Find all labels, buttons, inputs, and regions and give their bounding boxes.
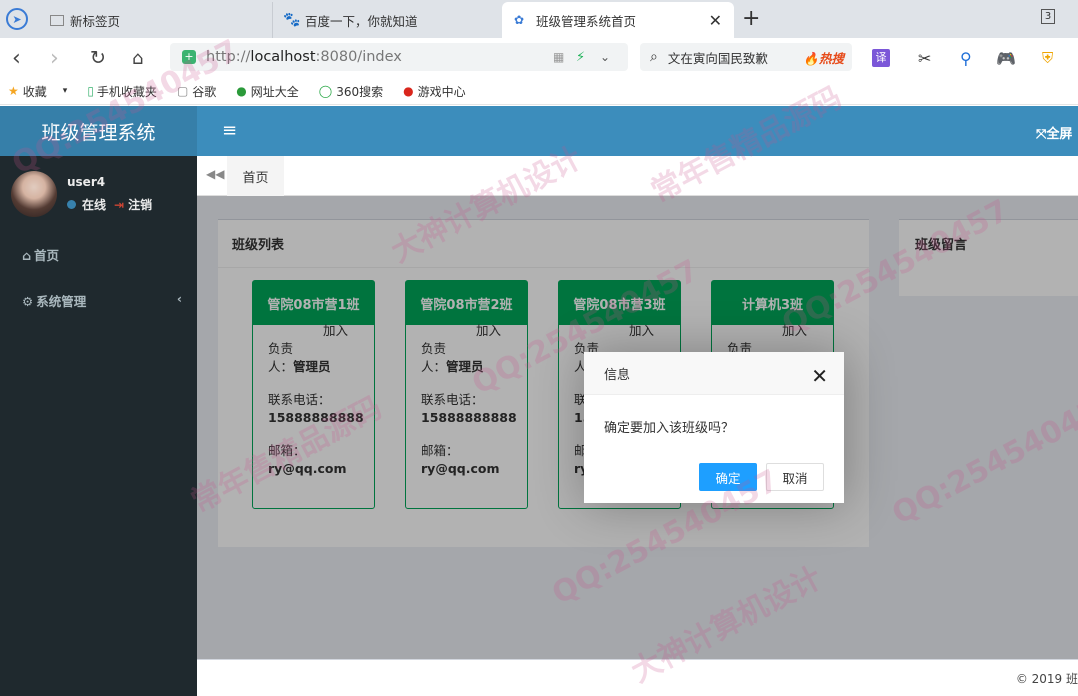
gamepad-icon[interactable]: 🎮 xyxy=(996,49,1016,68)
forward-icon[interactable]: › xyxy=(50,46,59,71)
menu-toggle-icon[interactable]: ≡ xyxy=(222,120,237,141)
lightning-icon[interactable]: ⚡ xyxy=(576,50,585,65)
tab-count-badge[interactable]: 3 xyxy=(1041,9,1055,24)
app-header: 班级管理系统 ≡ ⤧全屏 xyxy=(0,106,1078,156)
dialog-title: 信息 xyxy=(584,352,844,395)
chevron-down-icon[interactable]: ⌄ xyxy=(600,50,610,64)
browser-tab-active[interactable]: ✿ 班级管理系统首页 ✕ xyxy=(502,2,734,38)
browser-nav-icon[interactable]: ➤ xyxy=(6,8,28,30)
shield-icon[interactable]: ⛨ xyxy=(1042,49,1053,67)
search-icon: ⌕ xyxy=(650,49,658,65)
secure-shield-icon: + xyxy=(182,50,196,64)
cancel-button[interactable]: 取消 xyxy=(766,463,824,491)
search-box[interactable]: ⌕ 文在寅向国民致歉 🔥热搜 xyxy=(640,43,852,71)
bookmark-bar: ★收藏▾ ▯手机收藏夹 ▢谷歌 ●网址大全 ◯360搜索 ●游戏中心 xyxy=(0,78,1078,105)
baidu-paw-icon: 🐾 xyxy=(283,12,299,28)
bookmark-google[interactable]: ▢谷歌 xyxy=(177,83,226,100)
new-tab-button[interactable]: + xyxy=(742,6,760,31)
browser-tab-label: 百度一下，你就知道 xyxy=(305,11,418,30)
back-icon[interactable]: ‹ xyxy=(12,46,21,71)
magnifier-icon[interactable]: ⚲ xyxy=(960,49,972,68)
page-icon: ▢ xyxy=(177,84,188,98)
fullscreen-button[interactable]: ⤧全屏 xyxy=(1036,123,1072,142)
search-text: 文在寅向国民致歉 xyxy=(668,48,768,67)
close-tab-icon[interactable]: ✕ xyxy=(709,11,722,30)
360-icon: ◯ xyxy=(319,84,332,98)
chevron-down-icon: ▾ xyxy=(63,86,68,96)
sidebar-shade xyxy=(0,156,197,696)
scissors-icon[interactable]: ✂ xyxy=(918,49,931,68)
bookmark-favorites[interactable]: ★收藏▾ xyxy=(8,83,77,100)
dialog-message: 确定要加入该班级吗？ xyxy=(584,395,844,458)
url-prefix: http:// xyxy=(206,49,250,65)
browser-toolbar: ‹ › ↻ ⌂ + http://localhost:8080/index ▦ … xyxy=(0,38,1078,78)
url-rest: :8080/index xyxy=(316,49,402,65)
bookmark-360[interactable]: ◯360搜索 xyxy=(319,83,393,100)
browser-tab-strip: ➤ 新标签页 🐾 百度一下，你就知道 ✿ 班级管理系统首页 ✕ + 3 xyxy=(0,0,1078,38)
tab-scroll-left-icon[interactable]: ◀◀ xyxy=(206,167,224,181)
reload-icon[interactable]: ↻ xyxy=(90,47,106,69)
page-icon xyxy=(50,15,64,26)
footer: © 2019 班 xyxy=(197,659,1078,696)
ok-button[interactable]: 确定 xyxy=(699,463,757,491)
url-host: localhost xyxy=(250,49,315,65)
browser-tab-baidu[interactable]: 🐾 百度一下，你就知道 xyxy=(272,2,500,38)
address-bar[interactable]: + http://localhost:8080/index ▦ ⚡ ⌄ xyxy=(170,43,628,71)
footer-copyright: © 2019 班 xyxy=(1016,672,1078,686)
page-tab-bar: ◀◀ 首页 xyxy=(197,156,1078,196)
app-logo-title[interactable]: 班级管理系统 xyxy=(0,106,197,156)
star-icon: ★ xyxy=(8,84,19,98)
hao-icon: ● xyxy=(236,84,246,98)
confirm-dialog: 信息 ✕ 确定要加入该班级吗？ 确定 取消 xyxy=(584,352,844,503)
phone-icon: ▯ xyxy=(87,84,94,98)
bookmark-mobile[interactable]: ▯手机收藏夹 xyxy=(87,83,167,100)
games-icon: ● xyxy=(403,84,413,98)
fullscreen-icon: ⤧ xyxy=(1036,127,1046,142)
browser-tab-newtab[interactable]: 新标签页 xyxy=(40,2,270,38)
translate-icon[interactable]: 译 xyxy=(872,49,890,67)
hot-search-label[interactable]: 🔥热搜 xyxy=(803,48,844,67)
tab-home[interactable]: 首页 xyxy=(227,156,284,196)
bookmark-hao[interactable]: ●网址大全 xyxy=(236,83,309,100)
bookmark-games[interactable]: ●游戏中心 xyxy=(403,83,476,100)
home-icon[interactable]: ⌂ xyxy=(132,48,143,69)
browser-tab-label: 新标签页 xyxy=(70,11,120,30)
lotus-icon: ✿ xyxy=(514,12,530,28)
qr-icon[interactable]: ▦ xyxy=(553,50,564,64)
close-icon[interactable]: ✕ xyxy=(811,364,828,388)
browser-tab-label: 班级管理系统首页 xyxy=(536,11,636,30)
